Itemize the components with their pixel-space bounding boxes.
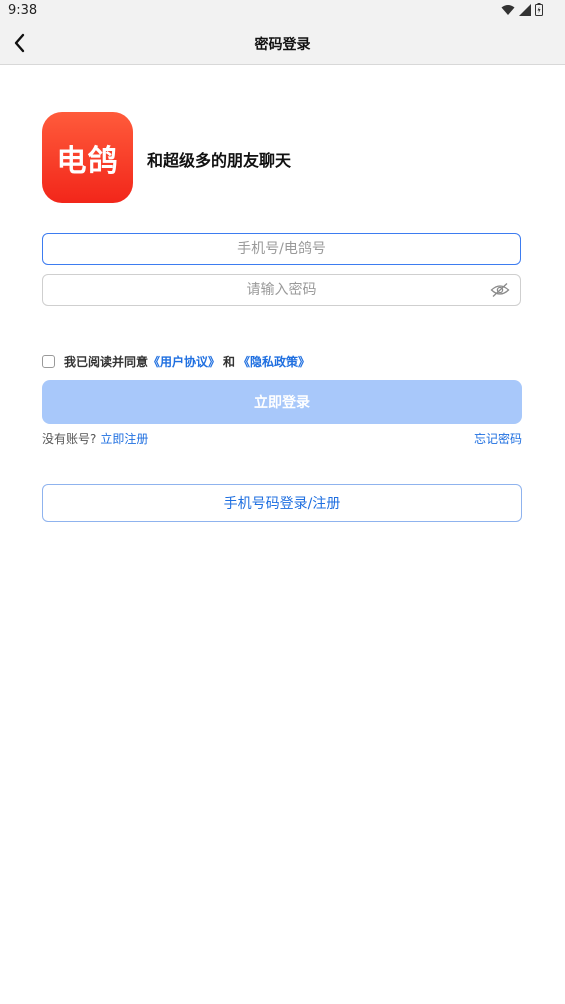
signal-icon bbox=[519, 3, 531, 16]
slogan: 和超级多的朋友聊天 bbox=[147, 151, 292, 170]
password-input[interactable] bbox=[43, 275, 520, 305]
app-logo: 电鸽 bbox=[42, 112, 133, 203]
agreement-checkbox[interactable] bbox=[42, 355, 55, 368]
agreement-prefix: 我已阅读并同意 bbox=[64, 355, 149, 369]
register-link[interactable]: 立即注册 bbox=[100, 432, 148, 446]
page-title: 密码登录 bbox=[254, 37, 311, 53]
agreement-row: 我已阅读并同意 《用户协议》 和 《隐私政策》 bbox=[42, 353, 310, 370]
password-field[interactable] bbox=[42, 274, 521, 306]
phone-login-button[interactable]: 手机号码登录/注册 bbox=[42, 484, 522, 522]
logo-text: 电鸽 bbox=[56, 143, 119, 179]
no-account-text: 没有账号? bbox=[42, 432, 97, 446]
status-bar: 9:38 bbox=[0, 0, 565, 22]
wifi-icon bbox=[501, 4, 515, 15]
phone-field[interactable] bbox=[42, 233, 521, 265]
status-icons bbox=[501, 3, 543, 16]
no-account-row: 没有账号? 立即注册 bbox=[42, 430, 148, 447]
status-time: 9:38 bbox=[8, 3, 38, 18]
user-agreement-link[interactable]: 《用户协议》 bbox=[148, 353, 220, 370]
agreement-and: 和 bbox=[223, 355, 236, 369]
battery-icon bbox=[535, 3, 543, 16]
eye-off-icon[interactable] bbox=[490, 282, 510, 298]
login-button[interactable]: 立即登录 bbox=[42, 380, 522, 424]
nav-bar: 密码登录 bbox=[0, 22, 565, 65]
forgot-password-link[interactable]: 忘记密码 bbox=[474, 430, 522, 447]
privacy-policy-link[interactable]: 《隐私政策》 bbox=[238, 353, 310, 370]
phone-input[interactable] bbox=[43, 234, 520, 264]
